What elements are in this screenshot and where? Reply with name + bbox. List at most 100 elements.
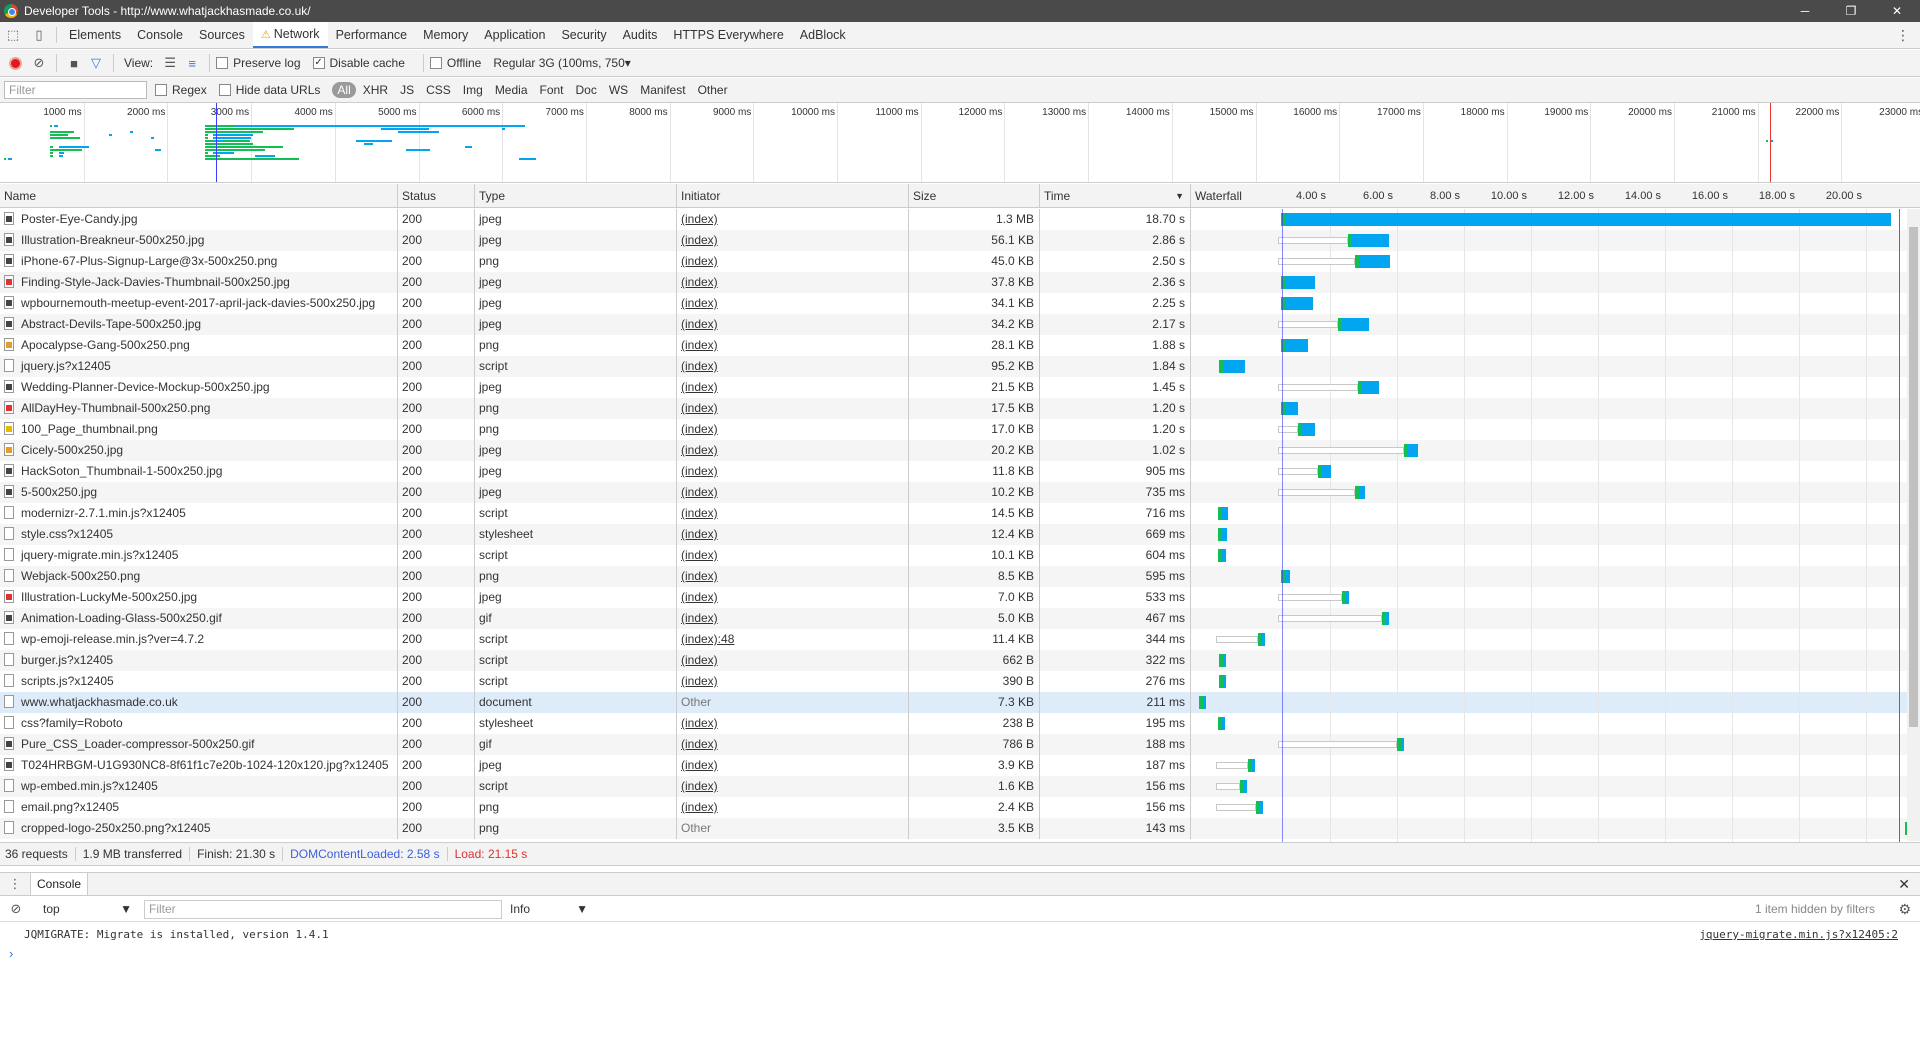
cell-name[interactable]: Webjack-500x250.png [0,566,398,587]
cell-initiator[interactable]: (index) [677,314,909,335]
filter-type-font[interactable]: Font [535,82,569,98]
console-message-source-link[interactable]: jquery-migrate.min.js?x12405:2 [1699,926,1898,944]
table-scrollbar[interactable] [1907,209,1920,841]
tab-audits[interactable]: Audits [615,22,666,48]
cell-name[interactable]: wpbournemouth-meetup-event-2017-april-ja… [0,293,398,314]
cell-name[interactable]: Cicely-500x250.jpg [0,440,398,461]
cell-name[interactable]: www.whatjackhasmade.co.uk [0,692,398,713]
cell-name[interactable]: Abstract-Devils-Tape-500x250.jpg [0,314,398,335]
cell-initiator[interactable]: (index) [677,608,909,629]
cell-initiator[interactable]: (index) [677,734,909,755]
tab-adblock[interactable]: AdBlock [792,22,854,48]
preserve-log-checkbox[interactable]: Preserve log [216,56,301,70]
filter-type-js[interactable]: JS [395,82,419,98]
hide-data-urls-checkbox[interactable]: Hide data URLs [218,83,320,97]
cell-name[interactable]: burger.js?x12405 [0,650,398,671]
console-filter-input[interactable]: Filter [144,899,502,919]
checkbox-box[interactable]: ✓ [312,57,325,69]
filter-type-other[interactable]: Other [693,82,733,98]
cell-initiator[interactable]: (index) [677,797,909,818]
context-select[interactable]: top ▼ [32,902,132,916]
tab-https-everywhere[interactable]: HTTPS Everywhere [665,22,791,48]
settings-gear-icon[interactable]: ⚙ [1898,901,1911,918]
offline-checkbox[interactable]: Offline [429,56,481,70]
disable-cache-checkbox[interactable]: ✓ Disable cache [312,56,405,70]
column-type[interactable]: Type [475,184,677,208]
column-status[interactable]: Status [398,184,475,208]
cell-name[interactable]: T024HRBGM-U1G930NC8-8f61f1c7e20b-1024-12… [0,755,398,776]
tab-console[interactable]: Console [129,22,191,48]
cell-initiator[interactable]: (index) [677,587,909,608]
scrollbar-thumb[interactable] [1909,227,1918,727]
filter-type-ws[interactable]: WS [604,82,633,98]
inspect-element-icon[interactable]: ⬚ [0,22,26,48]
cell-initiator[interactable]: (index) [677,251,909,272]
large-rows-icon[interactable]: ☰ [159,53,181,73]
cell-name[interactable]: 100_Page_thumbnail.png [0,419,398,440]
filter-type-css[interactable]: CSS [421,82,456,98]
clear-console-icon[interactable]: ⊘ [0,901,32,917]
cell-name[interactable]: iPhone-67-Plus-Signup-Large@3x-500x250.p… [0,251,398,272]
filter-input[interactable]: Filter [4,81,147,99]
cell-name[interactable]: Poster-Eye-Candy.jpg [0,209,398,230]
network-overview[interactable]: 1000 ms 2000 ms 3000 ms 4000 ms 5000 ms 6000 … [0,103,1920,183]
cell-name[interactable]: Finding-Style-Jack-Davies-Thumbnail-500x… [0,272,398,293]
cell-initiator[interactable]: (index) [677,272,909,293]
column-time[interactable]: Time ▼ [1040,184,1191,208]
cell-name[interactable]: scripts.js?x12405 [0,671,398,692]
cell-initiator[interactable]: (index) [677,566,909,587]
cell-initiator[interactable]: (index):48 [677,629,909,650]
cell-initiator[interactable]: (index) [677,356,909,377]
cell-name[interactable]: Wedding-Planner-Device-Mockup-500x250.jp… [0,377,398,398]
cell-name[interactable]: cropped-logo-250x250.png?x12405 [0,818,398,839]
cell-initiator[interactable]: (index) [677,419,909,440]
cell-name[interactable]: HackSoton_Thumbnail-1-500x250.jpg [0,461,398,482]
cell-initiator[interactable]: Other [677,818,909,839]
checkbox-box[interactable] [155,84,167,96]
maximize-button[interactable]: ❐ [1828,0,1874,22]
cell-name[interactable]: jquery-migrate.min.js?x12405 [0,545,398,566]
minimize-button[interactable]: ─ [1782,0,1828,22]
cell-name[interactable]: css?family=Roboto [0,713,398,734]
drawer-menu-icon[interactable]: ⋮ [0,873,30,895]
device-toolbar-icon[interactable]: ▯ [26,22,52,48]
cell-name[interactable]: email.png?x12405 [0,797,398,818]
tab-console-drawer[interactable]: Console [30,873,89,895]
capture-screenshots-icon[interactable]: ■ [63,53,85,73]
tab-elements[interactable]: Elements [61,22,129,48]
log-level-select[interactable]: Info ▼ [510,902,588,916]
close-drawer-icon[interactable]: ✕ [1898,876,1910,893]
column-initiator[interactable]: Initiator [677,184,909,208]
tab-network[interactable]: ⚠ Network [252,22,328,48]
overview-icon[interactable]: ≡ [181,53,203,73]
cell-name[interactable]: Apocalypse-Gang-500x250.png [0,335,398,356]
tab-application[interactable]: Application [476,22,553,48]
cell-initiator[interactable]: (index) [677,398,909,419]
cell-initiator[interactable]: (index) [677,671,909,692]
cell-initiator[interactable]: (index) [677,461,909,482]
checkbox-box[interactable] [429,57,442,69]
tab-performance[interactable]: Performance [328,22,416,48]
column-size[interactable]: Size [909,184,1040,208]
cell-initiator[interactable]: (index) [677,524,909,545]
cell-initiator[interactable]: (index) [677,293,909,314]
filter-type-doc[interactable]: Doc [571,82,602,98]
filter-type-manifest[interactable]: Manifest [635,82,690,98]
cell-initiator[interactable]: (index) [677,713,909,734]
console-prompt-icon[interactable]: › [9,946,13,961]
filter-type-media[interactable]: Media [490,82,533,98]
cell-name[interactable]: wp-emoji-release.min.js?ver=4.7.2 [0,629,398,650]
cell-name[interactable]: modernizr-2.7.1.min.js?x12405 [0,503,398,524]
cell-initiator[interactable]: (index) [677,482,909,503]
filter-type-img[interactable]: Img [458,82,488,98]
tab-memory[interactable]: Memory [415,22,476,48]
cell-name[interactable]: AllDayHey-Thumbnail-500x250.png [0,398,398,419]
cell-name[interactable]: 5-500x250.jpg [0,482,398,503]
cell-initiator[interactable]: (index) [677,230,909,251]
cell-initiator[interactable]: (index) [677,503,909,524]
cell-name[interactable]: Illustration-Breakneur-500x250.jpg [0,230,398,251]
cell-name[interactable]: Animation-Loading-Glass-500x250.gif [0,608,398,629]
cell-name[interactable]: Illustration-LuckyMe-500x250.jpg [0,587,398,608]
tab-security[interactable]: Security [553,22,614,48]
cell-name[interactable]: Pure_CSS_Loader-compressor-500x250.gif [0,734,398,755]
